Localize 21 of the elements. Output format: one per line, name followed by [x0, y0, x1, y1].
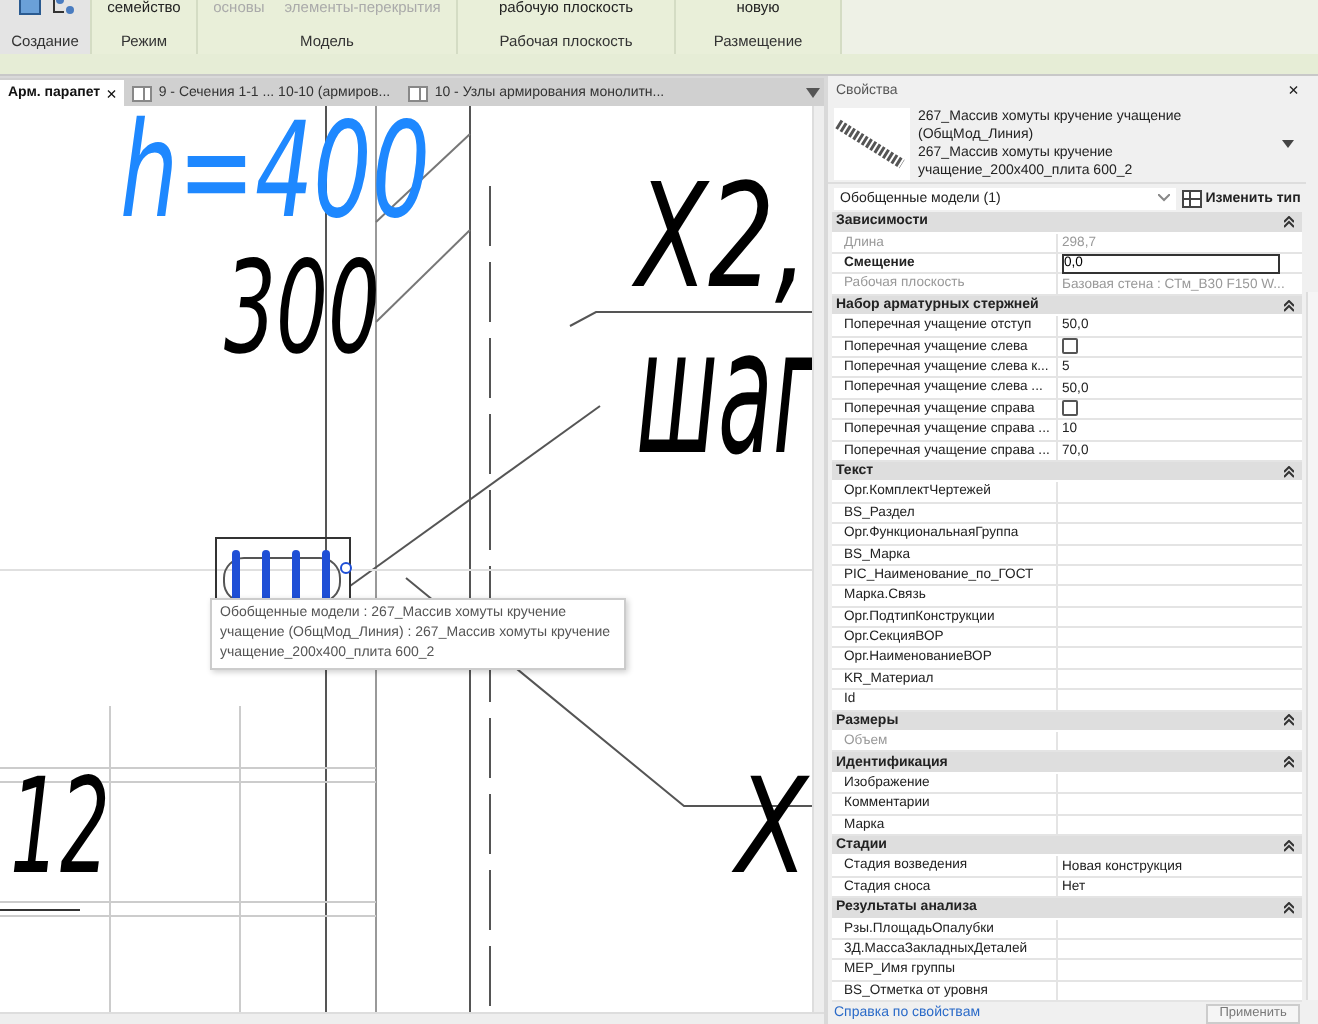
caret-icon [1282, 139, 1294, 148]
collapse-icon[interactable] [1284, 465, 1295, 478]
rebar-preview-icon [834, 107, 910, 180]
grid-icon [1181, 189, 1202, 208]
collapse-icon[interactable] [1284, 901, 1295, 914]
collapse-icon[interactable] [1284, 714, 1295, 727]
vertical-scrollbar[interactable] [812, 106, 824, 1012]
vertical-scrollbar[interactable] [1306, 292, 1318, 1000]
chevron-down-icon [1157, 194, 1170, 203]
drawing-annotation: 12 [10, 750, 178, 904]
close-tab-button[interactable]: × [106, 83, 117, 103]
checkbox[interactable] [1062, 400, 1078, 417]
dropdown-icon[interactable] [806, 88, 820, 98]
checkbox[interactable] [1062, 338, 1078, 355]
family-icon[interactable] [15, 0, 75, 18]
close-button[interactable]: × [1288, 80, 1299, 101]
collapse-icon[interactable] [1284, 215, 1295, 228]
collapse-icon[interactable] [1284, 839, 1295, 852]
horizontal-scrollbar[interactable] [0, 1012, 824, 1024]
collapse-icon[interactable] [1284, 756, 1295, 769]
collapse-icon[interactable] [1284, 299, 1295, 312]
